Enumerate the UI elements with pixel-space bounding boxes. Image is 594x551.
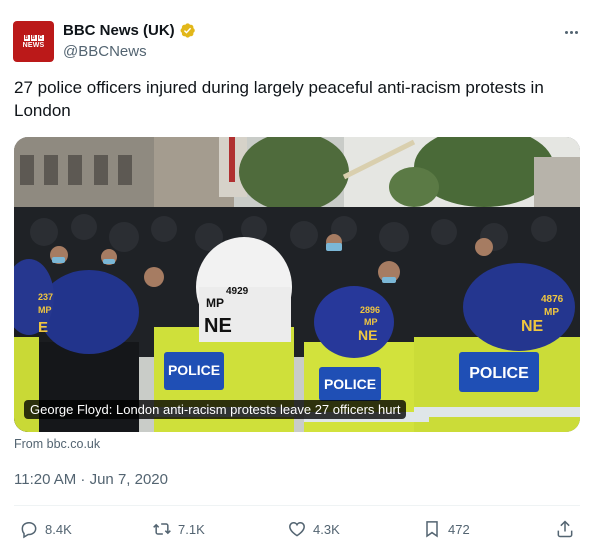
vest-label: POLICE bbox=[168, 362, 220, 378]
retweet-count: 7.1K bbox=[178, 521, 205, 537]
like-icon bbox=[289, 521, 305, 537]
helmet-ne: E bbox=[38, 319, 48, 336]
like-button[interactable]: 4.3K bbox=[287, 516, 340, 542]
avatar-news-word: NEWS bbox=[22, 41, 45, 49]
bookmark-icon bbox=[426, 521, 438, 538]
bbc-logo-letter: B bbox=[23, 34, 30, 41]
helmet-number: 4876 bbox=[541, 294, 564, 305]
helmet-number: 237 bbox=[38, 292, 53, 302]
card-photo: POLICE POLICE POLICE 4929 MP NE 237 MP E… bbox=[14, 137, 580, 432]
retweet-button[interactable]: 7.1K bbox=[152, 516, 205, 542]
share-icon bbox=[557, 520, 573, 538]
vest-label: POLICE bbox=[469, 365, 529, 382]
retweet-icon bbox=[153, 523, 171, 535]
card-source[interactable]: From bbc.co.uk bbox=[14, 437, 100, 451]
bbc-logo-letter: C bbox=[37, 34, 44, 41]
verified-icon bbox=[179, 22, 196, 39]
tweet-text: 27 police officers injured during largel… bbox=[14, 78, 544, 120]
helmet-mp: MP bbox=[206, 296, 224, 310]
divider bbox=[14, 505, 580, 506]
tweet: B B C NEWS BBC News (UK) @BBCNews 27 pol… bbox=[0, 0, 594, 551]
reply-icon bbox=[21, 522, 37, 539]
bookmark-button[interactable]: 472 bbox=[422, 516, 470, 542]
helmet-mp: MP bbox=[544, 307, 559, 318]
avatar[interactable]: B B C NEWS bbox=[13, 21, 54, 62]
share-button[interactable] bbox=[555, 516, 575, 542]
helmet-number: 4929 bbox=[226, 286, 249, 297]
helmet-number: 2896 bbox=[360, 305, 380, 315]
bbc-logo-letter: B bbox=[30, 34, 37, 41]
helmet-mp: MP bbox=[364, 317, 378, 327]
vest-label: POLICE bbox=[324, 376, 376, 392]
action-bar: 8.4K 7.1K 4.3K 472 bbox=[0, 516, 594, 542]
helmet-ne: NE bbox=[358, 327, 377, 343]
like-count: 4.3K bbox=[313, 521, 340, 537]
helmet-ne: NE bbox=[204, 315, 232, 337]
helmet-ne: NE bbox=[521, 318, 544, 335]
reply-count: 8.4K bbox=[45, 521, 72, 537]
author-name-row: BBC News (UK) bbox=[63, 22, 196, 39]
reply-button[interactable]: 8.4K bbox=[19, 516, 72, 542]
bbc-logo-blocks: B B C bbox=[23, 34, 44, 41]
display-name[interactable]: BBC News (UK) bbox=[63, 22, 175, 39]
more-icon[interactable] bbox=[556, 22, 586, 42]
card-caption: George Floyd: London anti-racism protest… bbox=[24, 400, 407, 419]
timestamp[interactable]: 11:20 AM · Jun 7, 2020 bbox=[14, 471, 168, 488]
helmet-mp: MP bbox=[38, 305, 52, 315]
link-card[interactable]: POLICE POLICE POLICE 4929 MP NE 237 MP E… bbox=[14, 137, 580, 432]
handle[interactable]: @BBCNews bbox=[63, 43, 147, 60]
bookmark-count: 472 bbox=[448, 521, 470, 537]
